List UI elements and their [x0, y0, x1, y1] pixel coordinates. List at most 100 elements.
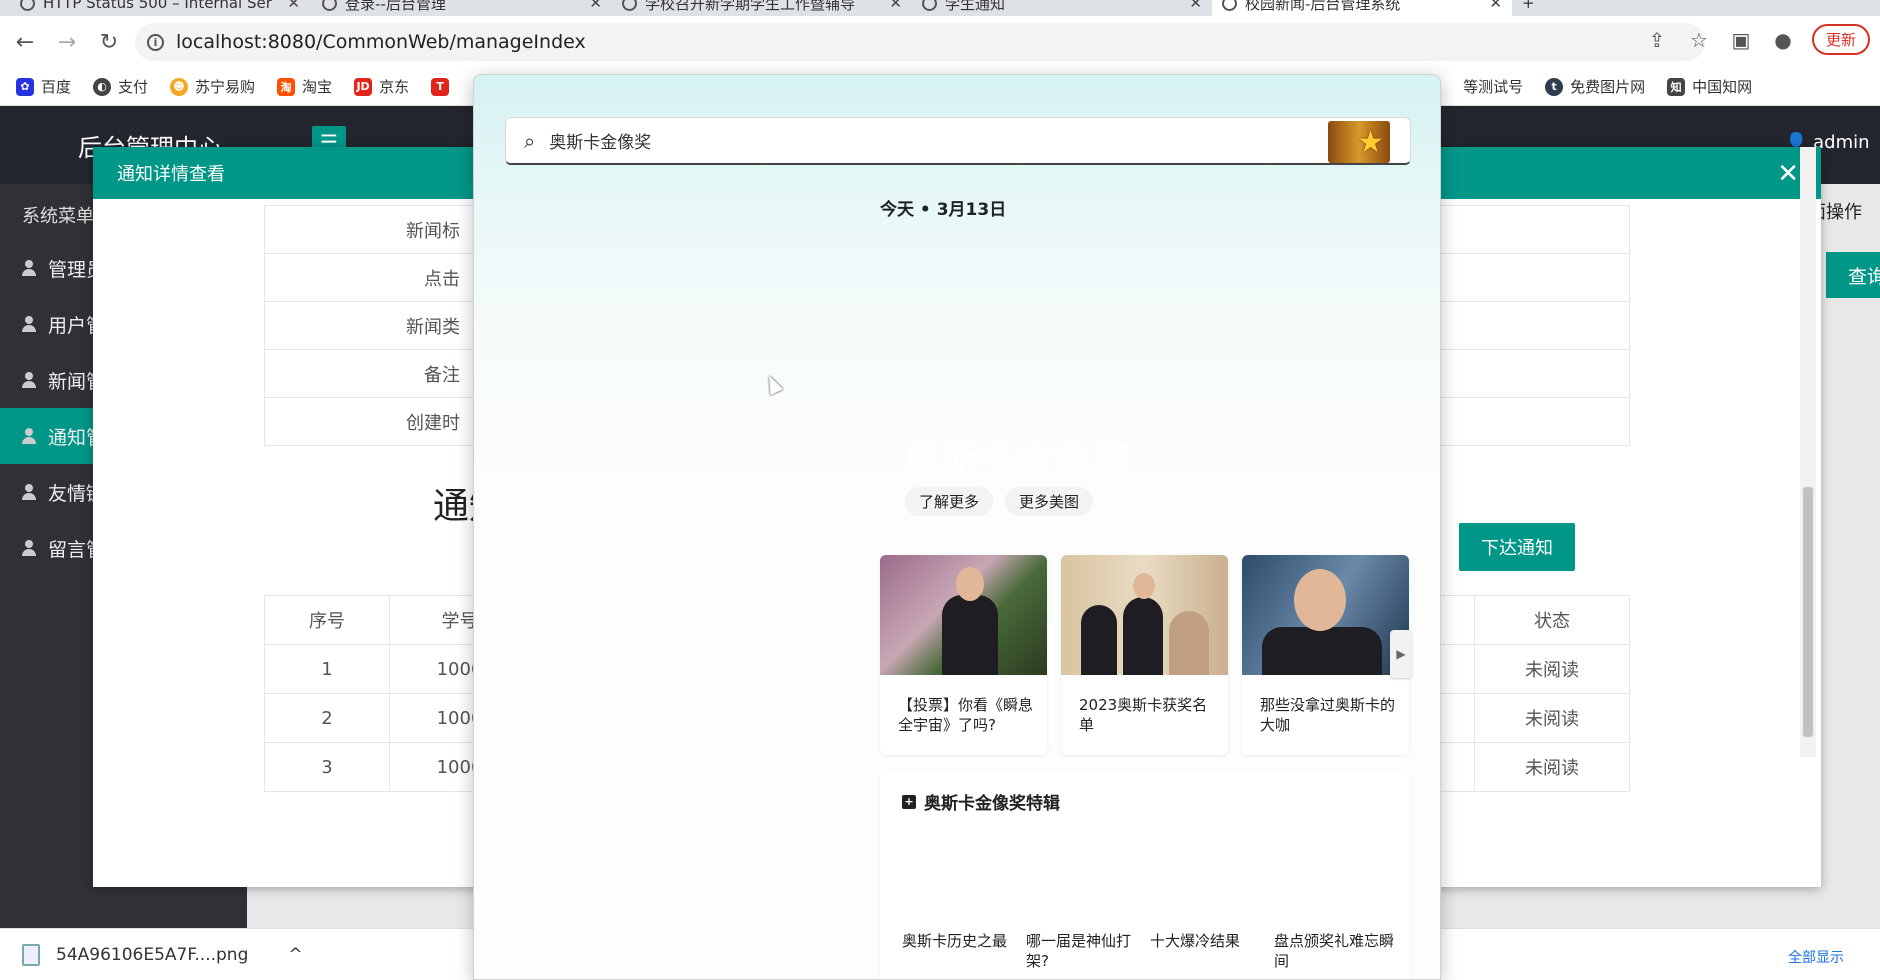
hero-title[interactable]: 奥斯卡金像奖: [902, 429, 1130, 484]
globe-icon: ◐: [93, 77, 112, 96]
star-icon: ★: [1357, 124, 1384, 160]
globe-icon: [922, 0, 937, 11]
tab-http-500[interactable]: HTTP Status 500 – Internal Ser ✕: [10, 0, 310, 16]
address-bar: ← → ↻ i localhost:8080/CommonWeb/manageI…: [0, 16, 1880, 68]
tab-student-notice[interactable]: 学生通知 ✕: [912, 0, 1212, 16]
person-figure: [1169, 611, 1209, 675]
detail-label: 点击: [264, 253, 475, 302]
news-card[interactable]: 【投票】你看《瞬息全宇宙》了吗?: [880, 555, 1047, 755]
special-item[interactable]: 奥斯卡历史之最: [902, 931, 1026, 971]
url-bar[interactable]: i localhost:8080/CommonWeb/manageIndex: [135, 23, 1705, 61]
tab-campus-admin[interactable]: 校园新闻-后台管理系统 ✕: [1212, 0, 1512, 16]
download-filename[interactable]: 54A96106E5A7F....png: [56, 945, 248, 965]
bookmark-label: 中国知网: [1692, 78, 1753, 96]
bookmark-test-account[interactable]: 等测试号: [1463, 76, 1523, 97]
image-file-icon: [22, 943, 40, 966]
person-icon: [22, 428, 36, 444]
tab-title: HTTP Status 500 – Internal Ser: [43, 0, 272, 12]
detail-label: 创建时: [264, 397, 475, 446]
detail-label: 新闻类: [264, 301, 475, 350]
person-head: [956, 567, 984, 601]
person-figure: [1262, 627, 1382, 675]
reload-button[interactable]: ↻: [92, 25, 126, 59]
column-header: 状态: [1474, 595, 1630, 645]
card-caption: 【投票】你看《瞬息全宇宙》了吗?: [898, 696, 1034, 734]
forward-button[interactable]: →: [50, 25, 84, 59]
close-icon[interactable]: ✕: [589, 0, 602, 12]
tab-strip: HTTP Status 500 – Internal Ser ✕ 登录--后台管…: [0, 0, 1880, 16]
card-image: [880, 555, 1047, 675]
bookmark-label: 支付: [118, 78, 149, 96]
special-item[interactable]: 十大爆冷结果: [1150, 931, 1274, 971]
url-text: localhost:8080/CommonWeb/manageIndex: [176, 31, 586, 53]
bookmark-label: 淘宝: [302, 78, 333, 96]
close-icon[interactable]: ✕: [889, 0, 902, 12]
plus-square-icon: +: [902, 794, 916, 809]
tab-title: 校园新闻-后台管理系统: [1245, 0, 1401, 13]
chevron-up-icon[interactable]: ^: [288, 945, 302, 965]
admin-username: admin: [1813, 132, 1870, 153]
bookmark-taobao[interactable]: 淘淘宝: [277, 76, 332, 97]
sidepanel-icon[interactable]: ▣: [1728, 28, 1754, 52]
t-icon: T: [431, 77, 450, 96]
bookmark-cnki[interactable]: 知中国知网: [1667, 76, 1752, 97]
globe-icon: [622, 0, 637, 11]
reload-icon: ↻: [99, 29, 119, 55]
bookmark-label: 百度: [41, 78, 72, 96]
news-card[interactable]: 那些没拿过奥斯卡的大咖: [1242, 555, 1409, 755]
more-images-button[interactable]: 更多美图: [1005, 487, 1094, 516]
globe-icon: [1222, 0, 1237, 11]
share-icon[interactable]: ⇪: [1644, 28, 1670, 52]
bookmark-label: 苏宁易购: [195, 78, 256, 96]
show-all-downloads[interactable]: 全部显示: [1788, 947, 1844, 967]
profile-icon[interactable]: ●: [1770, 28, 1796, 52]
bookmark-jd[interactable]: JD 京东: [354, 76, 409, 97]
close-icon[interactable]: ✕: [1489, 0, 1502, 12]
cell-index: 1: [264, 644, 390, 694]
toolbar-actions: ⇪ ☆ ▣ ● 更新: [1644, 24, 1870, 55]
tab-login[interactable]: 登录--后台管理 ✕: [312, 0, 612, 16]
cnki-icon: 知: [1667, 77, 1686, 96]
bookmark-baidu[interactable]: ✿ 百度: [16, 76, 71, 97]
news-card[interactable]: 2023奥斯卡获奖名单: [1061, 555, 1228, 755]
card-image: [1242, 555, 1409, 675]
special-item[interactable]: 哪一届是神仙打架?: [1026, 931, 1150, 971]
bookmark-free-images[interactable]: t 免费图片网: [1545, 76, 1645, 97]
tab-school-news[interactable]: 学校召开新学期学生工作暨辅导 ✕: [612, 0, 912, 16]
suning-icon: ☻: [170, 77, 189, 96]
hero-actions: 了解更多 更多美图: [905, 487, 1094, 516]
carousel-next-button[interactable]: ▶: [1390, 630, 1412, 678]
person-icon: [22, 372, 36, 388]
bookmark-t[interactable]: T: [431, 77, 450, 96]
special-title[interactable]: + 奥斯卡金像奖特辑: [902, 789, 1060, 814]
learn-more-button[interactable]: 了解更多: [905, 487, 994, 516]
mouse-cursor-icon: [762, 372, 784, 396]
cell-index: 2: [264, 693, 390, 743]
query-button[interactable]: 查询: [1826, 252, 1880, 298]
send-notice-button[interactable]: 下达通知: [1459, 523, 1575, 571]
star-icon[interactable]: ☆: [1686, 28, 1712, 52]
close-icon[interactable]: ✕: [1777, 159, 1799, 189]
bookmark-label: 京东: [379, 78, 410, 96]
person-head: [1133, 573, 1155, 599]
info-icon[interactable]: i: [147, 33, 164, 51]
close-icon[interactable]: ✕: [1189, 0, 1202, 12]
tab-title: 学校召开新学期学生工作暨辅导: [645, 0, 856, 13]
card-caption: 那些没拿过奥斯卡的大咖: [1260, 696, 1396, 734]
back-button[interactable]: ←: [8, 25, 42, 59]
bookmark-pay[interactable]: ◐ 支付: [93, 76, 148, 97]
search-box[interactable]: ⌕ ★: [505, 117, 1411, 165]
bookmark-suning[interactable]: ☻ 苏宁易购: [170, 76, 255, 97]
update-button[interactable]: 更新: [1811, 24, 1870, 55]
modal-scrollbar[interactable]: [1800, 147, 1816, 757]
person-figure: [942, 595, 998, 675]
scrollbar-thumb[interactable]: [1803, 487, 1813, 737]
special-item[interactable]: 盘点颁奖礼难忘瞬间: [1274, 931, 1398, 971]
oscar-badge-icon[interactable]: ★: [1328, 121, 1390, 163]
cell-status: 未阅读: [1474, 742, 1630, 792]
new-tab-button[interactable]: +: [1512, 0, 1552, 16]
close-icon[interactable]: ✕: [287, 0, 300, 12]
search-input[interactable]: [549, 130, 1290, 151]
person-figure: [1081, 605, 1117, 675]
person-icon: [22, 316, 36, 332]
